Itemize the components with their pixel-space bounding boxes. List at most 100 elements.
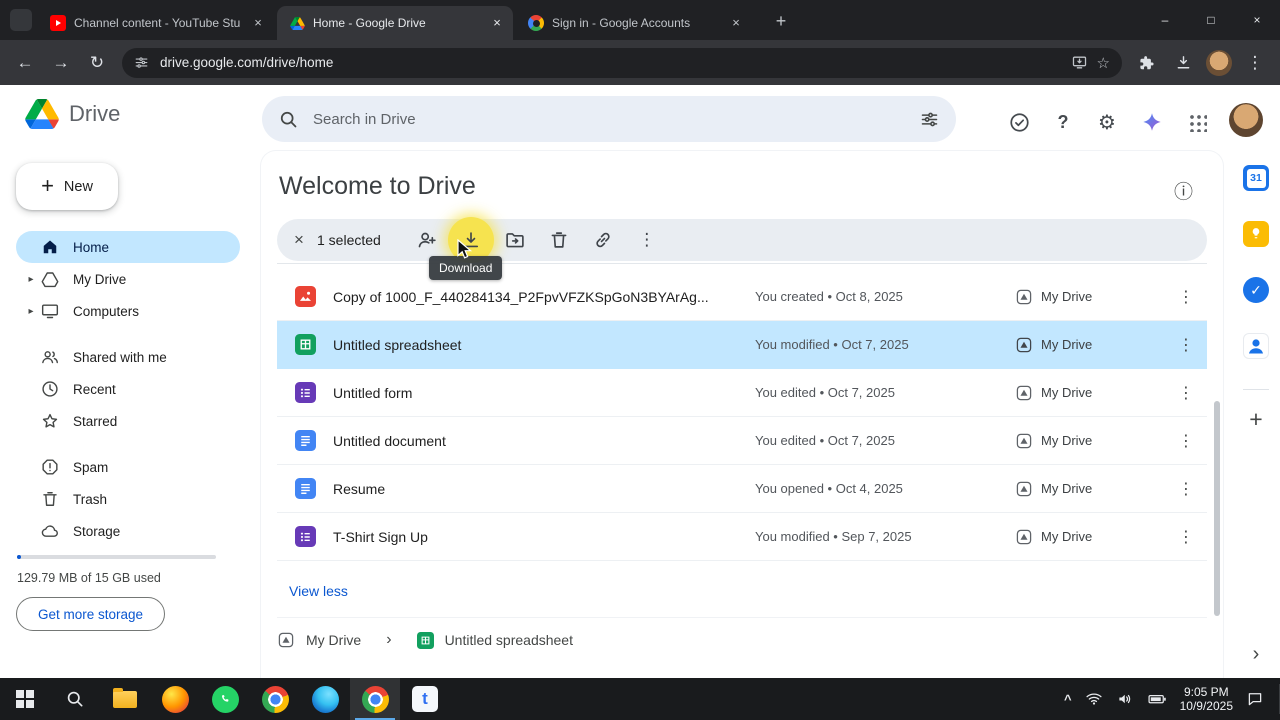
sidebar-item-recent[interactable]: Recent: [16, 373, 240, 405]
battery-icon[interactable]: [1147, 689, 1167, 709]
row-more-icon[interactable]: ⋮: [1165, 527, 1207, 547]
view-less-link[interactable]: View less: [289, 583, 348, 599]
file-explorer-icon[interactable]: [100, 678, 150, 720]
action-center-icon[interactable]: [1246, 690, 1264, 708]
omnibox[interactable]: ☆: [122, 47, 1122, 78]
breadcrumb-root[interactable]: My Drive: [306, 632, 361, 648]
move-to-folder-icon[interactable]: [501, 226, 529, 254]
file-row[interactable]: Untitled document You edited • Oct 7, 20…: [277, 417, 1207, 465]
sidebar-item-storage[interactable]: Storage: [16, 515, 240, 547]
help-icon[interactable]: ?: [1047, 106, 1079, 138]
reload-button[interactable]: ↻: [80, 46, 114, 80]
browser-profile-avatar[interactable]: [1206, 49, 1232, 76]
pinned-app-icon[interactable]: t: [400, 678, 450, 720]
google-apps-icon[interactable]: [1181, 106, 1213, 138]
start-button[interactable]: [0, 678, 50, 720]
firefox-icon[interactable]: [150, 678, 200, 720]
volume-icon[interactable]: [1116, 690, 1134, 708]
download-icon[interactable]: [447, 217, 494, 263]
edge-icon[interactable]: [300, 678, 350, 720]
file-row[interactable]: T-Shirt Sign Up You modified • Sep 7, 20…: [277, 513, 1207, 561]
browser-menu-icon[interactable]: ⋮: [1238, 46, 1272, 80]
file-location[interactable]: My Drive: [1015, 432, 1165, 450]
forward-button[interactable]: →: [44, 46, 78, 80]
whatsapp-icon[interactable]: [200, 678, 250, 720]
extensions-icon[interactable]: [1130, 46, 1164, 80]
add-side-app-icon[interactable]: +: [1243, 406, 1269, 432]
sidebar-item-trash[interactable]: Trash: [16, 483, 240, 515]
install-app-icon[interactable]: [1071, 54, 1088, 71]
sidebar-item-my-drive[interactable]: ▸ My Drive: [16, 263, 240, 295]
bookmark-star-icon[interactable]: ☆: [1097, 54, 1110, 72]
maximize-button[interactable]: □: [1188, 0, 1234, 40]
search-options-icon[interactable]: [919, 109, 940, 130]
sidebar-item-starred[interactable]: Starred: [16, 405, 240, 437]
back-button[interactable]: ←: [8, 46, 42, 80]
tasks-icon[interactable]: ✓: [1243, 277, 1269, 303]
tab-youtube-studio[interactable]: Channel content - YouTube Stu ×: [38, 6, 274, 40]
chrome-active-icon[interactable]: [350, 678, 400, 720]
file-row[interactable]: Copy of 1000_F_440284134_P2FpvVFZKSpGoN3…: [277, 273, 1207, 321]
search-input[interactable]: [311, 109, 907, 129]
offline-status-icon[interactable]: [1003, 106, 1035, 138]
file-location[interactable]: My Drive: [1015, 480, 1165, 498]
document-file-icon: [294, 478, 316, 499]
sidebar-item-shared-with-me[interactable]: Shared with me: [16, 341, 240, 373]
window-menu-icon[interactable]: [10, 9, 32, 31]
scrollbar-thumb[interactable]: [1214, 401, 1220, 616]
drive-logo[interactable]: Drive: [25, 99, 120, 129]
row-more-icon[interactable]: ⋮: [1165, 479, 1207, 499]
new-tab-button[interactable]: +: [768, 8, 794, 34]
get-link-icon[interactable]: [589, 226, 617, 254]
tab-close-icon[interactable]: ×: [728, 15, 744, 31]
new-button[interactable]: + New: [16, 163, 118, 210]
url-input[interactable]: [158, 54, 1062, 71]
tab-google-drive[interactable]: Home - Google Drive ×: [277, 6, 513, 40]
taskbar-search-icon[interactable]: [50, 678, 100, 720]
sidebar-item-spam[interactable]: Spam: [16, 451, 240, 483]
row-more-icon[interactable]: ⋮: [1165, 431, 1207, 451]
tab-close-icon[interactable]: ×: [250, 15, 266, 31]
row-more-icon[interactable]: ⋮: [1165, 335, 1207, 355]
file-location[interactable]: My Drive: [1015, 528, 1165, 546]
sidebar-item-computers[interactable]: ▸ Computers: [16, 295, 240, 327]
more-actions-icon[interactable]: ⋮: [633, 226, 661, 254]
share-add-person-icon[interactable]: [413, 226, 441, 254]
delete-icon[interactable]: [545, 226, 573, 254]
breadcrumb-current[interactable]: Untitled spreadsheet: [445, 632, 573, 648]
account-avatar[interactable]: [1229, 103, 1263, 137]
minimize-button[interactable]: –: [1142, 0, 1188, 40]
expand-caret-icon[interactable]: ▸: [22, 306, 40, 317]
file-location[interactable]: My Drive: [1015, 288, 1165, 306]
file-location[interactable]: My Drive: [1015, 336, 1165, 354]
site-info-icon[interactable]: [134, 55, 149, 70]
search-icon[interactable]: [278, 109, 299, 130]
gemini-icon[interactable]: [1136, 106, 1168, 138]
my-drive-icon: [40, 269, 60, 289]
settings-icon[interactable]: ⚙: [1091, 106, 1123, 138]
chrome-icon[interactable]: [250, 678, 300, 720]
sidebar-item-home[interactable]: Home: [16, 231, 240, 263]
contacts-icon[interactable]: [1243, 333, 1269, 359]
close-window-button[interactable]: ×: [1234, 0, 1280, 40]
downloads-icon[interactable]: [1166, 46, 1200, 80]
row-more-icon[interactable]: ⋮: [1165, 287, 1207, 307]
tab-close-icon[interactable]: ×: [489, 15, 505, 31]
expand-caret-icon[interactable]: ▸: [22, 274, 40, 285]
file-row[interactable]: Untitled form You edited • Oct 7, 2025 M…: [277, 369, 1207, 417]
info-icon[interactable]: ⓘ: [1174, 177, 1193, 204]
network-icon[interactable]: [1085, 690, 1103, 708]
file-row[interactable]: Resume You opened • Oct 4, 2025 My Drive…: [277, 465, 1207, 513]
row-more-icon[interactable]: ⋮: [1165, 383, 1207, 403]
taskbar-clock[interactable]: 9:05 PM 10/9/2025: [1180, 685, 1233, 714]
calendar-icon[interactable]: 31: [1243, 165, 1269, 191]
drive-search-bar[interactable]: [262, 96, 956, 142]
hidden-icons-chevron[interactable]: ^: [1064, 692, 1072, 707]
collapse-panel-icon[interactable]: ›: [1253, 643, 1260, 666]
get-more-storage-button[interactable]: Get more storage: [16, 597, 166, 631]
file-row-selected[interactable]: Untitled spreadsheet You modified • Oct …: [277, 321, 1207, 369]
tab-google-signin[interactable]: Sign in - Google Accounts ×: [516, 6, 752, 40]
keep-icon[interactable]: [1243, 221, 1269, 247]
file-location[interactable]: My Drive: [1015, 384, 1165, 402]
clear-selection-icon[interactable]: ×: [283, 224, 315, 256]
